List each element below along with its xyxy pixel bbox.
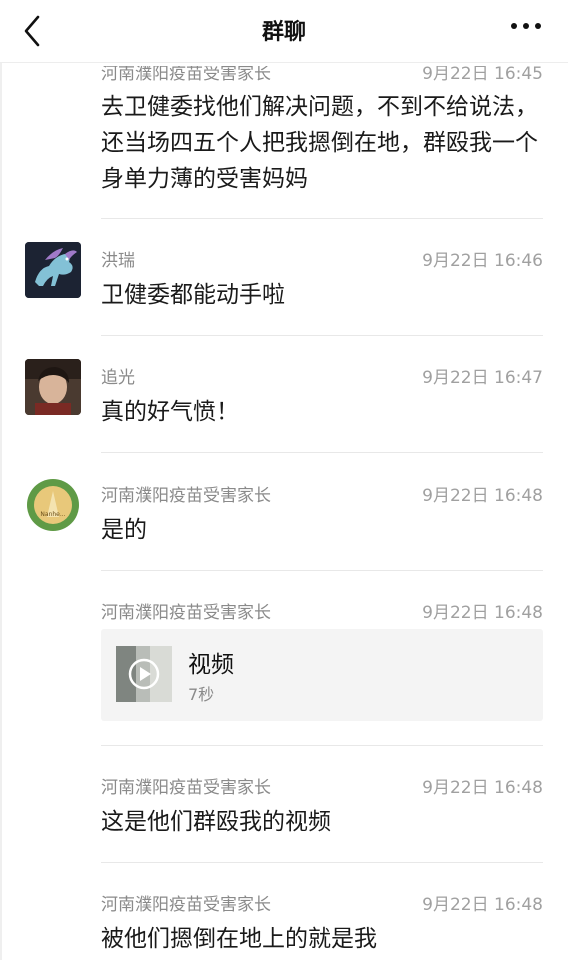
- avatar[interactable]: [25, 242, 81, 298]
- message-text: 真的好气愤！: [101, 399, 239, 425]
- sender-name: 洪瑞: [101, 251, 135, 271]
- avatar[interactable]: [25, 359, 81, 415]
- message-time: 9月22日 16:46: [422, 251, 543, 271]
- top-bar: 群聊: [0, 0, 568, 63]
- avatar[interactable]: Nanhe...: [25, 477, 81, 533]
- message-time: 9月22日 16:48: [422, 895, 543, 915]
- video-duration: 7秒: [188, 685, 215, 704]
- portrait-avatar-icon: [25, 359, 81, 415]
- svg-text:Nanhe...: Nanhe...: [40, 511, 65, 518]
- left-edge-line: [0, 0, 2, 960]
- divider: [101, 335, 543, 336]
- message-text: 这是他们群殴我的视频: [101, 809, 331, 835]
- message-time: 9月22日 16:47: [422, 368, 543, 388]
- sender-name: 追光: [101, 368, 135, 388]
- message-text: 卫健委都能动手啦: [101, 282, 285, 308]
- message-time: 9月22日 16:48: [422, 778, 543, 798]
- divider: [101, 745, 543, 746]
- more-dots-icon: [511, 23, 541, 29]
- sender-name: 河南濮阳疫苗受害家长: [101, 603, 271, 623]
- divider: [101, 218, 543, 219]
- video-thumbnail: [116, 646, 172, 702]
- video-label: 视频: [188, 652, 234, 678]
- message-text: 被他们摁倒在地上的就是我: [101, 926, 377, 952]
- more-options-button[interactable]: [506, 14, 546, 44]
- sender-name: 河南濮阳疫苗受害家长: [101, 895, 271, 915]
- message-text: 去卫健委找他们解决问题，不到不给说法，还当场四五个人把我摁倒在地，群殴我一个身单…: [101, 94, 538, 192]
- divider: [101, 570, 543, 571]
- message-time: 9月22日 16:48: [422, 603, 543, 623]
- green-badge-avatar-icon: Nanhe...: [25, 477, 81, 533]
- sender-name: 河南濮阳疫苗受害家长: [101, 486, 271, 506]
- message-text: 是的: [101, 517, 147, 543]
- video-message-card[interactable]: 视频 7秒: [101, 629, 543, 721]
- creature-avatar-icon: [25, 242, 81, 298]
- message-time: 9月22日 16:48: [422, 486, 543, 506]
- play-icon: [116, 646, 172, 702]
- page-title: 群聊: [261, 20, 306, 45]
- divider: [101, 452, 543, 453]
- sender-name: 河南濮阳疫苗受害家长: [101, 778, 271, 798]
- divider: [101, 862, 543, 863]
